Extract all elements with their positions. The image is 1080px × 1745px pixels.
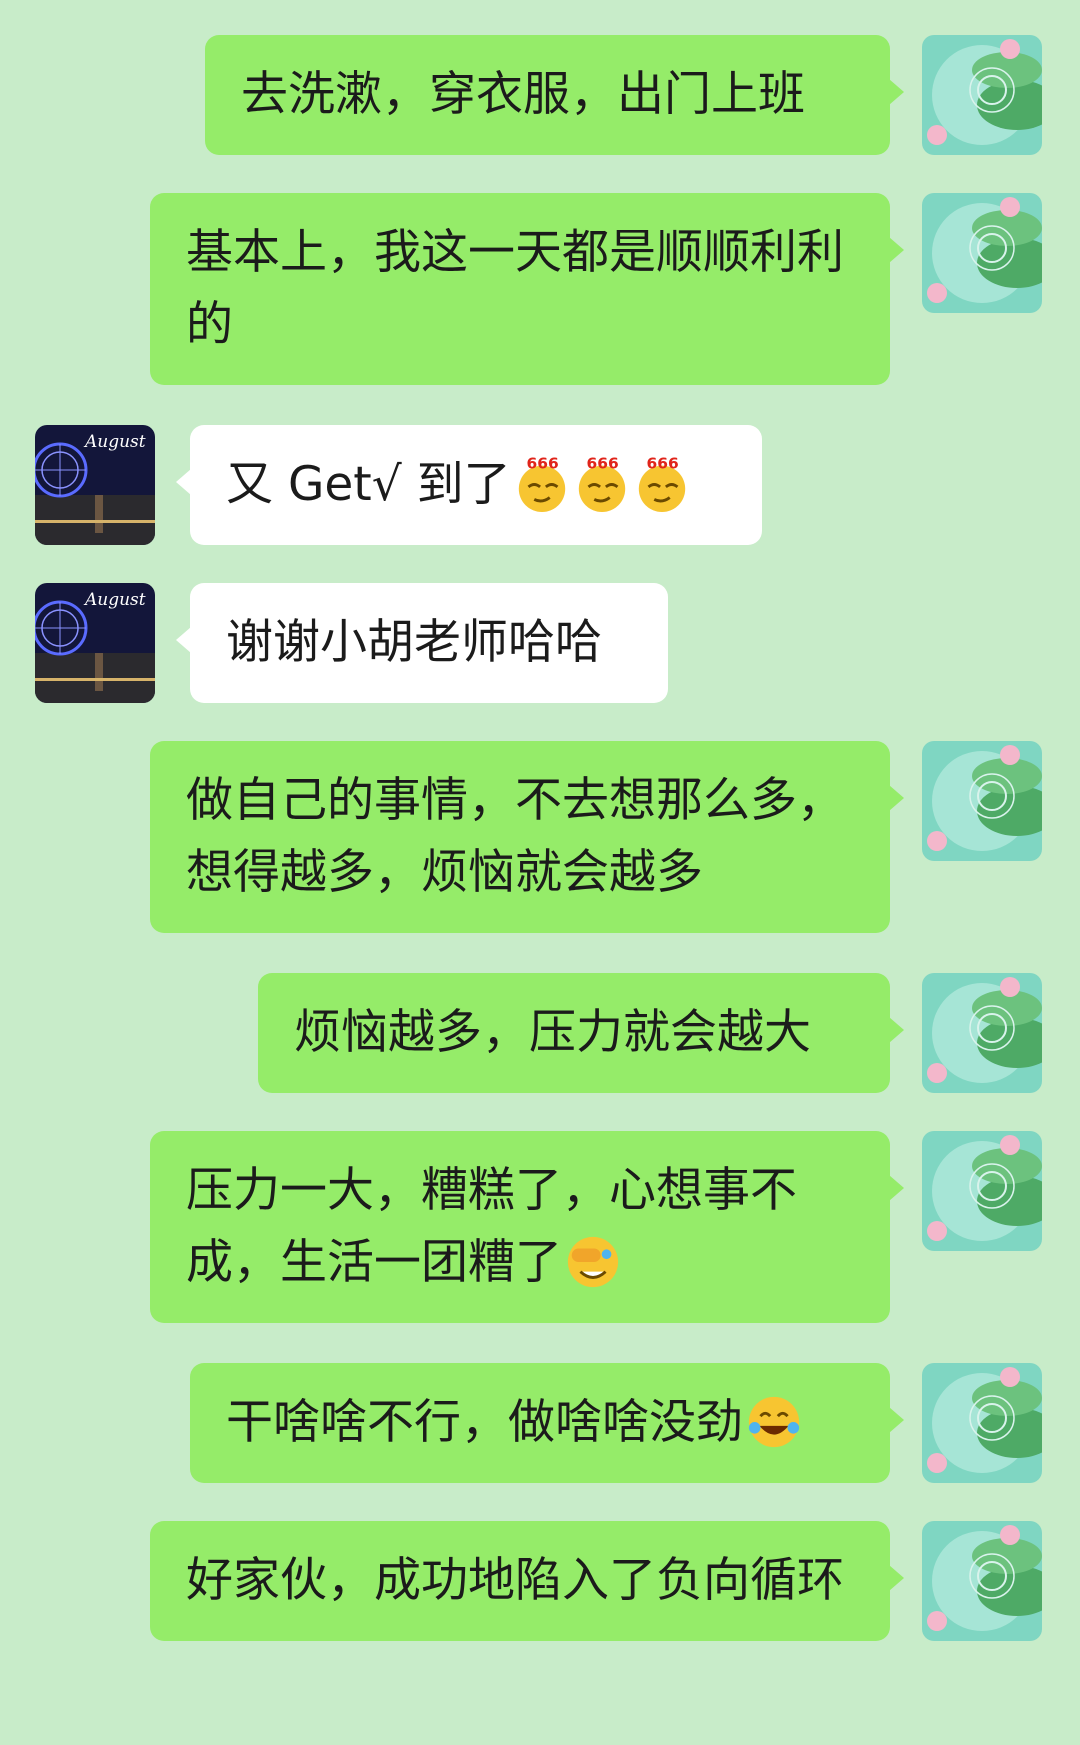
svg-text:666: 666 [586, 455, 618, 473]
self-avatar[interactable] [922, 193, 1042, 313]
lotus-pond-avatar-icon [922, 35, 1042, 155]
self-avatar[interactable] [922, 35, 1042, 155]
message-text: 好家伙，成功地陷入了负向循环 [186, 1553, 844, 1608]
ferris-wheel-night-avatar-icon: August [35, 425, 155, 545]
svg-text:666: 666 [646, 455, 678, 473]
tears-of-joy-emoji-icon [748, 1396, 800, 1447]
message-text: 压力一大，糟糕了，心想事不成，生活一团糟了 [186, 1163, 797, 1290]
avatar-label: August [83, 432, 146, 452]
message-bubble[interactable]: 谢谢小胡老师哈哈 [176, 583, 668, 703]
self-avatar[interactable] [922, 1363, 1042, 1483]
message-bubble[interactable]: 压力一大，糟糕了，心想事不成，生活一团糟了 [150, 1131, 904, 1323]
self-avatar[interactable] [922, 973, 1042, 1093]
lotus-pond-avatar-icon [922, 973, 1042, 1093]
message-text: 谢谢小胡老师哈哈 [226, 615, 602, 670]
message-bubble[interactable]: 又 Get√ 到了 666 666 666 [176, 425, 762, 545]
message-text: 基本上，我这一天都是顺顺利利的 [186, 225, 844, 352]
666-smug-emoji-icon: 666 [638, 455, 685, 512]
message-text: 干啥啥不行，做啥啥没劲 [226, 1395, 743, 1450]
message-text: 又 Get√ 到了 [226, 457, 511, 512]
message-text: 烦恼越多，压力就会越大 [294, 1005, 811, 1060]
message-text: 做自己的事情，不去想那么多，想得越多，烦恼就会越多 [186, 773, 844, 900]
message-bubble[interactable]: 烦恼越多，压力就会越大 [258, 973, 904, 1093]
lotus-pond-avatar-icon [922, 741, 1042, 861]
ferris-wheel-night-avatar-icon: August [35, 583, 155, 703]
message-bubble[interactable]: 基本上，我这一天都是顺顺利利的 [150, 193, 904, 385]
lotus-pond-avatar-icon [922, 193, 1042, 313]
message-text: 去洗漱，穿衣服，出门上班 [241, 67, 805, 122]
svg-text:666: 666 [526, 455, 558, 473]
self-avatar[interactable] [922, 1521, 1042, 1641]
message-bubble[interactable]: 好家伙，成功地陷入了负向循环 [150, 1521, 904, 1641]
666-smug-emoji-icon: 666 [518, 455, 565, 512]
message-bubble[interactable]: 干啥啥不行，做啥啥没劲 [190, 1363, 904, 1483]
message-bubble[interactable]: 去洗漱，穿衣服，出门上班 [205, 35, 904, 155]
666-smug-emoji-icon: 666 [578, 455, 625, 512]
lotus-pond-avatar-icon [922, 1131, 1042, 1251]
lotus-pond-avatar-icon [922, 1363, 1042, 1483]
contact-avatar[interactable]: August [35, 583, 155, 703]
avatar-label: August [83, 590, 146, 610]
self-avatar[interactable] [922, 1131, 1042, 1251]
self-avatar[interactable] [922, 741, 1042, 861]
lotus-pond-avatar-icon [922, 1521, 1042, 1641]
contact-avatar[interactable]: August [35, 425, 155, 545]
message-bubble[interactable]: 做自己的事情，不去想那么多，想得越多，烦恼就会越多 [150, 741, 904, 933]
facepalm-laugh-emoji-icon [567, 1236, 619, 1287]
